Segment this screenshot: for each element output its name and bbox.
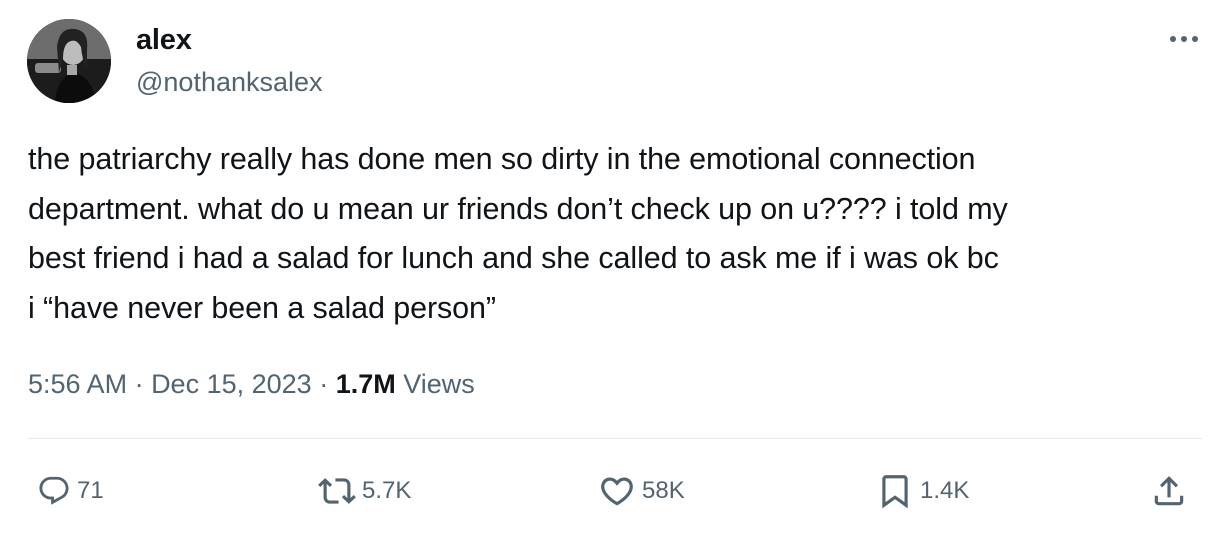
- retweet-icon: [318, 472, 356, 510]
- reply-count: 71: [77, 477, 104, 504]
- retweet-button[interactable]: 5.7K: [318, 468, 411, 514]
- share-button[interactable]: [1150, 468, 1188, 514]
- reply-button[interactable]: 71: [37, 468, 104, 514]
- share-icon: [1150, 472, 1188, 510]
- views-label: Views: [395, 369, 475, 399]
- heart-icon: [598, 472, 636, 510]
- more-horizontal-icon: [1170, 36, 1198, 42]
- tweet-metadata: 5:56 AM · Dec 15, 2023 · 1.7M Views: [28, 364, 475, 404]
- tweet-text: the patriarchy really has done men so di…: [28, 142, 1008, 325]
- bookmark-count: 1.4K: [920, 477, 970, 504]
- meta-separator: ·: [127, 369, 152, 399]
- bookmark-button[interactable]: 1.4K: [876, 468, 969, 514]
- author-handle[interactable]: @nothanksalex: [136, 65, 323, 99]
- tweet-time[interactable]: 5:56 AM: [28, 369, 127, 399]
- like-button[interactable]: 58K: [598, 468, 685, 514]
- meta-separator: ·: [311, 369, 336, 399]
- author-display-name[interactable]: alex: [136, 22, 192, 58]
- more-options-button[interactable]: [1164, 24, 1204, 54]
- tweet-date[interactable]: Dec 15, 2023: [151, 369, 312, 399]
- retweet-count: 5.7K: [362, 477, 412, 504]
- views-count[interactable]: 1.7M: [336, 369, 396, 399]
- avatar-photo: [27, 19, 111, 103]
- reply-icon: [37, 474, 71, 508]
- avatar[interactable]: [27, 19, 111, 103]
- bookmark-icon: [876, 472, 914, 510]
- like-count: 58K: [642, 477, 685, 504]
- action-bar: 71 5.7K 58K 1.4K: [0, 468, 1228, 514]
- divider: [28, 438, 1202, 439]
